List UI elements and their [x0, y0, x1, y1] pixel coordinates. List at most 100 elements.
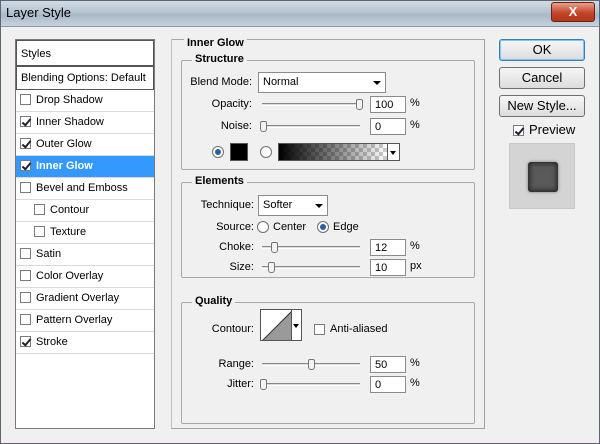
checkbox-inner-shadow[interactable] [20, 116, 31, 127]
layer-style-dialog: Layer Style X Styles Blending Options: D… [0, 0, 600, 444]
checkbox-outer-glow[interactable] [20, 138, 31, 149]
jitter-slider-track[interactable] [262, 383, 360, 386]
gradient-radio[interactable] [260, 146, 272, 158]
window-title: Layer Style [6, 5, 72, 20]
opacity-unit: % [410, 97, 420, 109]
list-item-pattern-overlay[interactable]: Pattern Overlay [16, 310, 154, 332]
new-style-button[interactable]: New Style... [499, 95, 585, 117]
source-center-radio[interactable] [257, 221, 269, 233]
list-item-stroke[interactable]: Stroke [16, 332, 154, 354]
glow-color-swatch[interactable] [230, 143, 248, 161]
size-unit: px [410, 260, 422, 272]
size-slider-thumb[interactable] [268, 262, 275, 273]
list-item-gradient-overlay[interactable]: Gradient Overlay [16, 288, 154, 310]
list-item-color-overlay[interactable]: Color Overlay [16, 266, 154, 288]
styles-header[interactable]: Styles [16, 40, 154, 66]
elements-group: Elements Technique: Softer Source: Cente… [181, 175, 475, 278]
checkbox-drop-shadow[interactable] [20, 94, 31, 105]
title-bar: Layer Style X [1, 1, 599, 27]
contour-dropdown[interactable] [292, 309, 302, 341]
checkbox-texture[interactable] [34, 226, 45, 237]
list-item-inner-glow[interactable]: Inner Glow [16, 156, 154, 178]
checkbox-gradient-overlay[interactable] [20, 292, 31, 303]
choke-slider-thumb[interactable] [271, 242, 278, 253]
checkbox-satin[interactable] [20, 248, 31, 259]
checkbox-stroke[interactable] [20, 336, 31, 347]
jitter-input[interactable]: 0 [370, 376, 406, 393]
close-button[interactable]: X [551, 2, 595, 22]
style-preview [509, 143, 575, 209]
list-item-label: Drop Shadow [36, 94, 103, 106]
noise-unit: % [410, 119, 420, 131]
source-edge-label: Edge [333, 221, 359, 233]
opacity-input[interactable]: 100 [370, 96, 406, 113]
ok-button[interactable]: OK [499, 39, 585, 61]
blend-mode-select[interactable]: Normal [258, 72, 386, 93]
list-item-label: Pattern Overlay [36, 314, 113, 326]
range-label: Range: [218, 358, 254, 370]
structure-group: Structure Blend Mode: Normal Opacity: 10… [181, 53, 475, 170]
checkbox-bevel-emboss[interactable] [20, 182, 31, 193]
jitter-slider-thumb[interactable] [260, 379, 267, 390]
list-item-label: Stroke [36, 336, 68, 348]
blend-mode-label: Blend Mode: [190, 76, 252, 88]
list-item-label: Gradient Overlay [36, 292, 120, 304]
source-center-label: Center [273, 221, 307, 233]
list-item-label: Texture [50, 226, 87, 238]
list-item-texture[interactable]: Texture [16, 222, 154, 244]
opacity-slider-thumb[interactable] [356, 99, 363, 110]
jitter-label: Jitter: [227, 378, 254, 390]
blend-mode-value: Normal [263, 76, 299, 88]
checkbox-inner-glow[interactable] [20, 160, 31, 171]
opacity-label: Opacity: [211, 98, 252, 110]
checkbox-color-overlay[interactable] [20, 270, 31, 281]
list-item-label: Outer Glow [36, 138, 92, 150]
noise-input[interactable]: 0 [370, 118, 406, 135]
size-label: Size: [229, 261, 254, 273]
size-slider-track[interactable] [262, 266, 360, 269]
preview-label: Preview [529, 122, 576, 137]
list-item-label: Color Overlay [36, 270, 104, 282]
preview-toggle[interactable]: Preview [513, 122, 575, 137]
technique-value: Softer [263, 199, 293, 211]
choke-unit: % [410, 240, 420, 252]
gradient-dropdown[interactable] [388, 143, 400, 161]
panel-title: Inner Glow [184, 37, 247, 49]
range-input[interactable]: 50 [370, 356, 406, 373]
list-item-contour[interactable]: Contour [16, 200, 154, 222]
noise-label: Noise: [220, 120, 252, 132]
list-item-drop-shadow[interactable]: Drop Shadow [16, 90, 154, 112]
chevron-down-icon [373, 81, 381, 85]
contour-label: Contour: [211, 323, 254, 335]
checkbox-pattern-overlay[interactable] [20, 314, 31, 325]
choke-input[interactable]: 12 [370, 239, 406, 256]
opacity-slider-track[interactable] [262, 103, 360, 106]
anti-aliased-label: Anti-aliased [330, 323, 388, 335]
anti-aliased-checkbox[interactable] [314, 324, 325, 335]
elements-title: Elements [192, 175, 247, 187]
list-item-inner-shadow[interactable]: Inner Shadow [16, 112, 154, 134]
source-label: Source: [216, 221, 254, 233]
list-item-satin[interactable]: Satin [16, 244, 154, 266]
choke-label: Choke: [219, 241, 254, 253]
list-item-label: Inner Shadow [36, 116, 104, 128]
noise-slider-thumb[interactable] [260, 121, 267, 132]
size-input[interactable]: 10 [370, 259, 406, 276]
range-unit: % [410, 357, 420, 369]
list-item-outer-glow[interactable]: Outer Glow [16, 134, 154, 156]
preview-checkbox[interactable] [513, 125, 524, 136]
gradient-swatch[interactable] [278, 143, 388, 161]
blending-options-item[interactable]: Blending Options: Default [16, 66, 154, 90]
technique-select[interactable]: Softer [258, 195, 328, 216]
structure-title: Structure [192, 53, 247, 65]
list-item-label: Bevel and Emboss [36, 182, 128, 194]
color-radio[interactable] [212, 146, 224, 158]
cancel-button[interactable]: Cancel [499, 67, 585, 89]
list-item-label: Satin [36, 248, 62, 260]
checkbox-contour[interactable] [34, 204, 45, 215]
range-slider-thumb[interactable] [308, 359, 315, 370]
contour-preview[interactable] [260, 309, 292, 341]
noise-slider-track[interactable] [262, 125, 360, 128]
source-edge-radio[interactable] [317, 221, 329, 233]
list-item-bevel-emboss[interactable]: Bevel and Emboss [16, 178, 154, 200]
